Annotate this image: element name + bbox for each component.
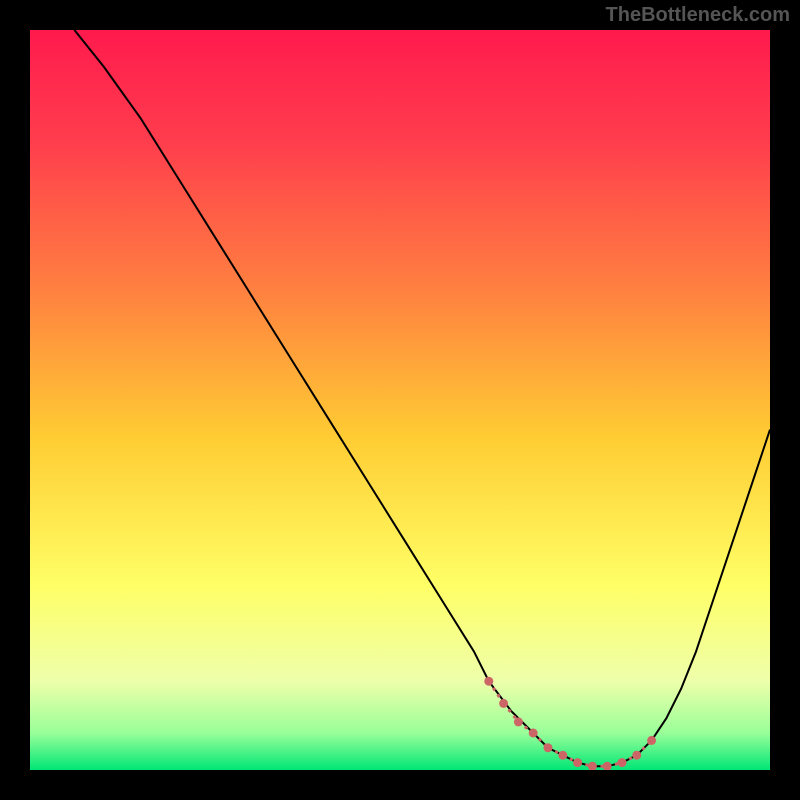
- plot-area: [30, 30, 770, 770]
- watermark-text: TheBottleneck.com: [606, 4, 790, 27]
- curve-svg: [30, 30, 770, 770]
- main-curve: [74, 30, 770, 766]
- dotted-segment: [484, 677, 656, 770]
